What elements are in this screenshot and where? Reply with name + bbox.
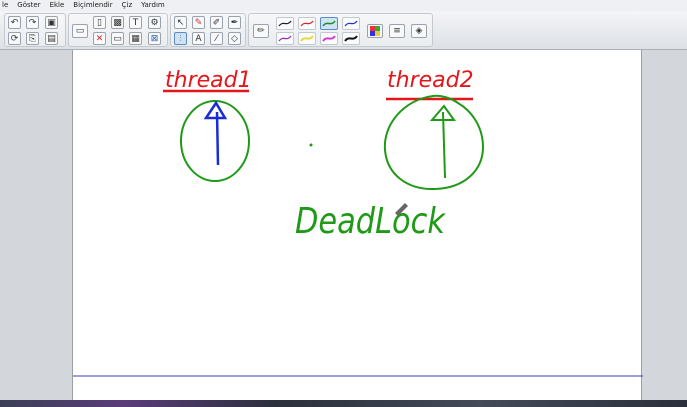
pen-preset-red[interactable] xyxy=(298,17,316,30)
table-icon[interactable]: ▦ xyxy=(129,32,142,45)
pen-preset-yellow[interactable] xyxy=(298,32,316,45)
thread2-circle xyxy=(383,94,485,191)
save-icon[interactable]: ▤ xyxy=(45,32,58,45)
pen-preset-purple[interactable] xyxy=(276,32,294,45)
thread2-label: thread2 xyxy=(387,68,474,93)
text-box-icon[interactable]: T xyxy=(129,16,142,29)
eraser-icon[interactable]: ◇ xyxy=(228,32,241,45)
pen-preset-blue[interactable] xyxy=(342,17,360,30)
creative-pen-icon[interactable]: ✒ xyxy=(228,16,241,29)
toolbar-group-page: ▭ ▯ ▩ T ⚙ ✕ ▭ ▦ ⊠ xyxy=(68,13,168,47)
gallery-icon[interactable]: ▣ xyxy=(45,16,58,29)
text-icon[interactable]: A xyxy=(192,32,205,45)
line-icon[interactable]: ⁄ xyxy=(210,32,223,45)
toolbar: ↶ ↷ ▣ ⟳ ⎘ ▤ ▭ ▯ ▩ T ⚙ ✕ ▭ ▦ ⊠ ↖ ✎ ✐ ✒ ⫶ … xyxy=(0,11,687,50)
ink-layer: thread1 thread2 DeadLock xyxy=(73,68,643,377)
pen-icon[interactable]: ✎ xyxy=(192,16,205,29)
deadlock-label: DeadLock xyxy=(295,201,447,242)
redo-icon[interactable]: ↷ xyxy=(26,16,39,29)
menu-item-help[interactable]: Yardım xyxy=(141,0,165,11)
menu-item-file[interactable]: le xyxy=(2,0,8,11)
shape-icon[interactable]: ⫶ xyxy=(174,32,187,45)
whiteboard-canvas[interactable]: thread1 thread2 DeadLock xyxy=(72,50,643,400)
undo-icon[interactable]: ↶ xyxy=(8,16,21,29)
fullscreen-icon[interactable]: ⊠ xyxy=(148,32,161,45)
pen-preset-magenta[interactable] xyxy=(320,32,338,45)
pen-preset-black-thick[interactable] xyxy=(342,32,360,45)
left-margin xyxy=(0,50,72,400)
screen-shade-icon[interactable]: ▭ xyxy=(72,24,88,38)
thread2-arrow-shaft xyxy=(442,111,446,179)
delete-page-icon[interactable]: ✕ xyxy=(93,32,106,45)
highlighter-icon[interactable]: ✐ xyxy=(210,16,223,29)
thread1-circle xyxy=(180,100,250,182)
right-margin xyxy=(642,50,687,400)
gear-icon[interactable]: ⚙ xyxy=(148,16,161,29)
menu-item-format[interactable]: Biçimlendir xyxy=(73,0,112,11)
attach-icon[interactable]: ⎘ xyxy=(26,32,39,45)
refresh-icon[interactable]: ⟳ xyxy=(8,32,21,45)
menu-item-view[interactable]: Göster xyxy=(17,0,40,11)
thread1-arrow-shaft xyxy=(215,111,220,166)
select-icon[interactable]: ↖ xyxy=(174,16,187,29)
menu-item-draw[interactable]: Çiz xyxy=(122,0,133,11)
toolbar-group-pens: ✏ ≡ ◈ xyxy=(248,13,433,47)
menu-item-insert[interactable]: Ekle xyxy=(50,0,65,11)
hide-icon[interactable]: ▭ xyxy=(111,32,124,45)
ink-dot xyxy=(309,143,313,147)
properties-icon[interactable]: ◈ xyxy=(411,24,427,38)
line-style-icon[interactable]: ≡ xyxy=(389,24,405,38)
pen-preset-black-thin[interactable] xyxy=(276,17,294,30)
toolbar-group-tools: ↖ ✎ ✐ ✒ ⫶ A ⁄ ◇ xyxy=(170,13,246,47)
color-palette-icon[interactable] xyxy=(367,24,383,38)
fill-icon[interactable]: ✏ xyxy=(253,24,269,38)
new-page-icon[interactable]: ▯ xyxy=(93,16,106,29)
image-icon[interactable]: ▩ xyxy=(111,16,124,29)
thread1-label: thread1 xyxy=(165,68,252,93)
thread1-arrow-head xyxy=(203,100,228,120)
toolbar-group-edit: ↶ ↷ ▣ ⟳ ⎘ ▤ xyxy=(4,13,66,47)
menu-bar: le Göster Ekle Biçimlendir Çiz Yardım xyxy=(0,0,687,11)
taskbar-strip xyxy=(0,400,687,407)
pen-preset-green[interactable] xyxy=(320,17,338,30)
